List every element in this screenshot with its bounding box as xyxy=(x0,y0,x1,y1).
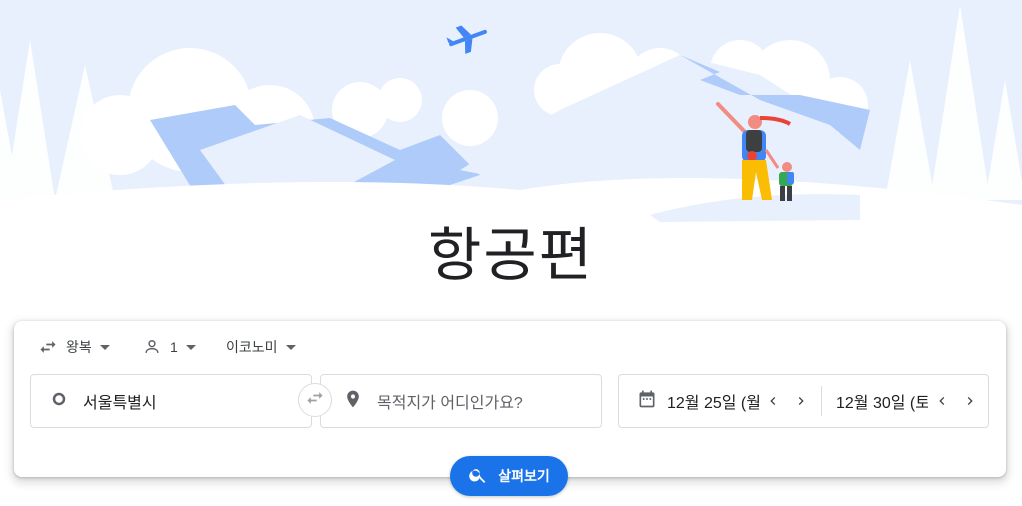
passengers-dropdown[interactable]: 1 xyxy=(142,335,196,359)
origin-input[interactable]: 서울특별시 xyxy=(30,374,312,428)
swap-arrows-icon xyxy=(38,337,58,357)
chevron-down-icon xyxy=(285,344,296,350)
flight-search-card: 왕복 1 이코노미 서울특별시 목적지가 어디인가요? 12월 25일 (월 1… xyxy=(14,321,1006,496)
date-divider xyxy=(821,386,822,416)
chevron-right-icon[interactable] xyxy=(787,387,815,415)
chevron-down-icon xyxy=(99,344,110,350)
destination-placeholder: 목적지가 어디인가요? xyxy=(377,395,523,412)
depart-date[interactable]: 12월 25일 (월 xyxy=(667,389,759,413)
date-range-field[interactable]: 12월 25일 (월 12월 30일 (토 xyxy=(618,374,989,428)
trip-type-label: 왕복 xyxy=(66,339,92,355)
chevron-left-icon[interactable] xyxy=(759,387,787,415)
passengers-count: 1 xyxy=(170,339,178,355)
destination-input[interactable]: 목적지가 어디인가요? xyxy=(320,374,602,428)
location-pin-icon xyxy=(343,389,363,414)
chevron-down-icon xyxy=(185,344,196,350)
circle-icon xyxy=(51,391,67,412)
swap-button[interactable] xyxy=(298,383,332,417)
cabin-class-dropdown[interactable]: 이코노미 xyxy=(226,335,296,359)
explore-button[interactable]: 살펴보기 xyxy=(450,456,568,496)
chevron-right-icon[interactable] xyxy=(956,387,984,415)
page-title: 항공편 xyxy=(427,221,595,289)
origin-value: 서울특별시 xyxy=(83,395,157,412)
chevron-left-icon[interactable] xyxy=(928,387,956,415)
search-icon xyxy=(468,465,488,488)
person-icon xyxy=(142,337,162,357)
explore-button-label: 살펴보기 xyxy=(498,468,550,484)
swap-arrows-icon xyxy=(305,388,325,413)
cabin-class-label: 이코노미 xyxy=(226,339,278,355)
return-date[interactable]: 12월 30일 (토 xyxy=(836,389,928,413)
calendar-icon xyxy=(637,389,657,414)
trip-type-dropdown[interactable]: 왕복 xyxy=(38,335,110,359)
hero-illustration xyxy=(0,0,1022,230)
